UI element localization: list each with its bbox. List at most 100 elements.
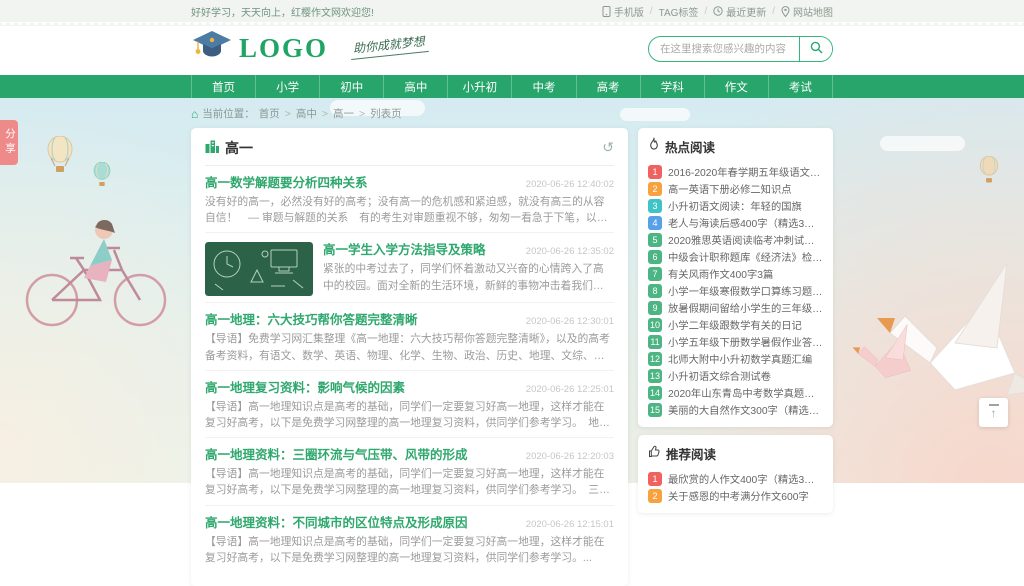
back-to-top-button[interactable]: ↑ — [979, 398, 1008, 427]
side-list-item[interactable]: 9放暑假期间留给小学生的三年级英语作文范文 — [648, 299, 823, 316]
nav-item-7[interactable]: 高考 — [576, 75, 640, 98]
tag-link[interactable]: TAG标签 — [659, 4, 699, 19]
recommend-reading-title: 推荐阅读 — [666, 444, 716, 463]
mobile-version-link[interactable]: 手机版 — [602, 4, 644, 19]
article-date: 2020-06-26 12:15:01 — [526, 519, 614, 530]
home-icon: ⌂ — [191, 108, 198, 120]
side-list-item[interactable]: 8小学一年级寒假数学口算练习题三篇 — [648, 282, 823, 299]
side-list-item[interactable]: 6中级会计职称题库《经济法》检测题 — [648, 248, 823, 265]
breadcrumb-separator: > — [359, 108, 365, 120]
arrow-up-to-top-icon: ↑ — [989, 404, 999, 420]
search-input[interactable] — [649, 37, 799, 61]
article-thumbnail-chalkboard-image[interactable] — [205, 242, 313, 296]
rank-badge: 2 — [648, 182, 662, 196]
side-list-item[interactable]: 4老人与海读后感400字（精选3篇） — [648, 214, 823, 231]
article-excerpt: 【导语】高一地理知识点是高考的基础，同学们一定要复习好高一地理，这样才能在复习好… — [205, 399, 614, 431]
nav-item-10[interactable]: 考试 — [768, 75, 833, 98]
article-item: 高一学生入学方法指导及策略2020-06-26 12:35:02紧张的中考过去了… — [205, 233, 614, 303]
rank-badge: 10 — [648, 318, 662, 332]
sitemap-link[interactable]: 网站地图 — [781, 4, 833, 19]
rank-badge: 11 — [648, 335, 662, 349]
nav-item-3[interactable]: 初中 — [319, 75, 383, 98]
breadcrumb-item-1[interactable]: 首页 — [259, 106, 280, 121]
side-item-title: 放暑假期间留给小学生的三年级英语作文范文 — [668, 300, 823, 315]
article-title[interactable]: 高一地理复习资料：影响气候的因素 — [205, 377, 405, 396]
phone-icon — [602, 6, 611, 17]
article-title[interactable]: 高一地理：六大技巧帮你答题完整清晰 — [205, 309, 418, 328]
breadcrumb-separator: > — [322, 108, 328, 120]
side-item-title: 北师大附中小升初数学真题汇编 — [668, 351, 812, 366]
nav-item-5[interactable]: 小升初 — [447, 75, 511, 98]
share-button[interactable]: 分享 — [0, 120, 18, 165]
hot-list: 12016-2020年春学期五年级语文下期末模拟2高一英语下册必修二知识点3小升… — [648, 163, 823, 418]
article-title[interactable]: 高一地理资料：三圈环流与气压带、风带的形成 — [205, 444, 468, 463]
side-item-title: 2020年山东青岛中考数学真题（已公布） — [668, 385, 823, 400]
side-item-title: 有关风雨作文400字3篇 — [668, 266, 773, 281]
side-list-item[interactable]: 12016-2020年春学期五年级语文下期末模拟 — [648, 163, 823, 180]
side-list-item[interactable]: 14 2020年山东青岛中考数学真题（已公布） — [648, 384, 823, 401]
hot-air-balloon-illustration — [45, 136, 75, 178]
list-header: 高一 ↺ — [205, 138, 614, 166]
side-list-item[interactable]: 10 小学二年级跟数学有关的日记 — [648, 316, 823, 333]
nav-item-9[interactable]: 作文 — [704, 75, 768, 98]
breadcrumb-trail: 首页>高中>高一>列表页 — [259, 106, 402, 121]
side-list-item[interactable]: 52020雅思英语阅读临考冲刺试题附答案 — [648, 231, 823, 248]
article-date: 2020-06-26 12:25:01 — [526, 384, 614, 395]
welcome-message: 好好学习，天天向上，红樱作文网欢迎您! — [191, 4, 374, 19]
side-list-item[interactable]: 12北师大附中小升初数学真题汇编 — [648, 350, 823, 367]
buildings-icon — [205, 139, 219, 158]
breadcrumb-item-2[interactable]: 高中 — [296, 106, 317, 121]
side-list-item[interactable]: 7 有关风雨作文400字3篇 — [648, 265, 823, 282]
article-title[interactable]: 高一数学解题要分析四种关系 — [205, 172, 368, 191]
side-list-item[interactable]: 15美丽的大自然作文300字（精选3篇） — [648, 401, 823, 418]
rank-badge: 6 — [648, 250, 662, 264]
side-list-item[interactable]: 3小升初语文阅读：年轻的国旗 — [648, 197, 823, 214]
rank-badge: 1 — [648, 165, 662, 179]
undo-icon[interactable]: ↺ — [602, 141, 614, 155]
cloud-decoration — [880, 136, 965, 151]
page-title: 高一 — [225, 138, 602, 158]
side-item-title: 小学二年级跟数学有关的日记 — [668, 317, 802, 332]
side-list-item[interactable]: 1最欣赏的人作文400字（精选3篇） — [648, 470, 823, 487]
breadcrumb-prefix: 当前位置： — [202, 106, 255, 121]
magnifier-icon — [810, 41, 823, 57]
breadcrumb-item-3[interactable]: 高一 — [333, 106, 354, 121]
nav-item-4[interactable]: 高中 — [383, 75, 447, 98]
recommend-list: 1最欣赏的人作文400字（精选3篇）2关于感恩的中考满分作文600字 — [648, 470, 823, 504]
side-list-item[interactable]: 2关于感恩的中考满分作文600字 — [648, 487, 823, 504]
nav-item-8[interactable]: 学科 — [640, 75, 704, 98]
article-date: 2020-06-26 12:30:01 — [526, 316, 614, 327]
nav-item-2[interactable]: 小学 — [255, 75, 319, 98]
side-list-item[interactable]: 2高一英语下册必修二知识点 — [648, 180, 823, 197]
thumbs-up-icon — [648, 445, 661, 463]
nav-item-1[interactable]: 首页 — [191, 75, 255, 98]
recommend-reading-card: 推荐阅读 1最欣赏的人作文400字（精选3篇）2关于感恩的中考满分作文600字 — [638, 435, 833, 513]
article-title[interactable]: 高一地理资料：不同城市的区位特点及形成原因 — [205, 512, 468, 531]
article-date: 2020-06-26 12:20:03 — [526, 451, 614, 462]
search-box — [648, 36, 833, 62]
hot-air-balloon-illustration — [92, 162, 112, 190]
article-item: 高一地理：六大技巧帮你答题完整清晰2020-06-26 12:30:01【导语】… — [205, 303, 614, 370]
rank-badge: 7 — [648, 267, 662, 281]
side-item-title: 小学一年级寒假数学口算练习题三篇 — [668, 283, 823, 298]
recent-updates-link[interactable]: 最近更新 — [713, 4, 766, 19]
side-item-title: 最欣赏的人作文400字（精选3篇） — [668, 471, 823, 486]
search-button[interactable] — [799, 37, 832, 61]
side-item-title: 老人与海读后感400字（精选3篇） — [668, 215, 823, 230]
graduation-cap-icon — [191, 29, 233, 68]
bicycle-girl-illustration — [12, 210, 182, 330]
article-excerpt: 【导语】高一地理知识点是高考的基础，同学们一定要复习好高一地理，这样才能在复习好… — [205, 534, 614, 566]
article-date: 2020-06-26 12:40:02 — [526, 179, 614, 190]
clock-icon — [713, 6, 723, 16]
side-list-item[interactable]: 13小升初语文综合测试卷 — [648, 367, 823, 384]
logo-slogan: 助你成就梦想 — [349, 31, 429, 59]
sidebar: 热点阅读 12016-2020年春学期五年级语文下期末模拟2高一英语下册必修二知… — [638, 128, 833, 513]
side-list-item[interactable]: 11小学五年级下册数学暑假作业答案【20-61 — [648, 333, 823, 350]
topbar-separator: / — [772, 6, 775, 17]
article-title[interactable]: 高一学生入学方法指导及策略 — [323, 239, 486, 258]
nav-item-6[interactable]: 中考 — [511, 75, 575, 98]
breadcrumb-item-4[interactable]: 列表页 — [370, 106, 402, 121]
rank-badge: 14 — [648, 386, 662, 400]
logo[interactable]: LOGO 助你成就梦想 — [191, 29, 428, 68]
article-item: 高一地理复习资料：影响气候的因素 2020-06-26 12:25:01 【导语】高… — [205, 371, 614, 438]
